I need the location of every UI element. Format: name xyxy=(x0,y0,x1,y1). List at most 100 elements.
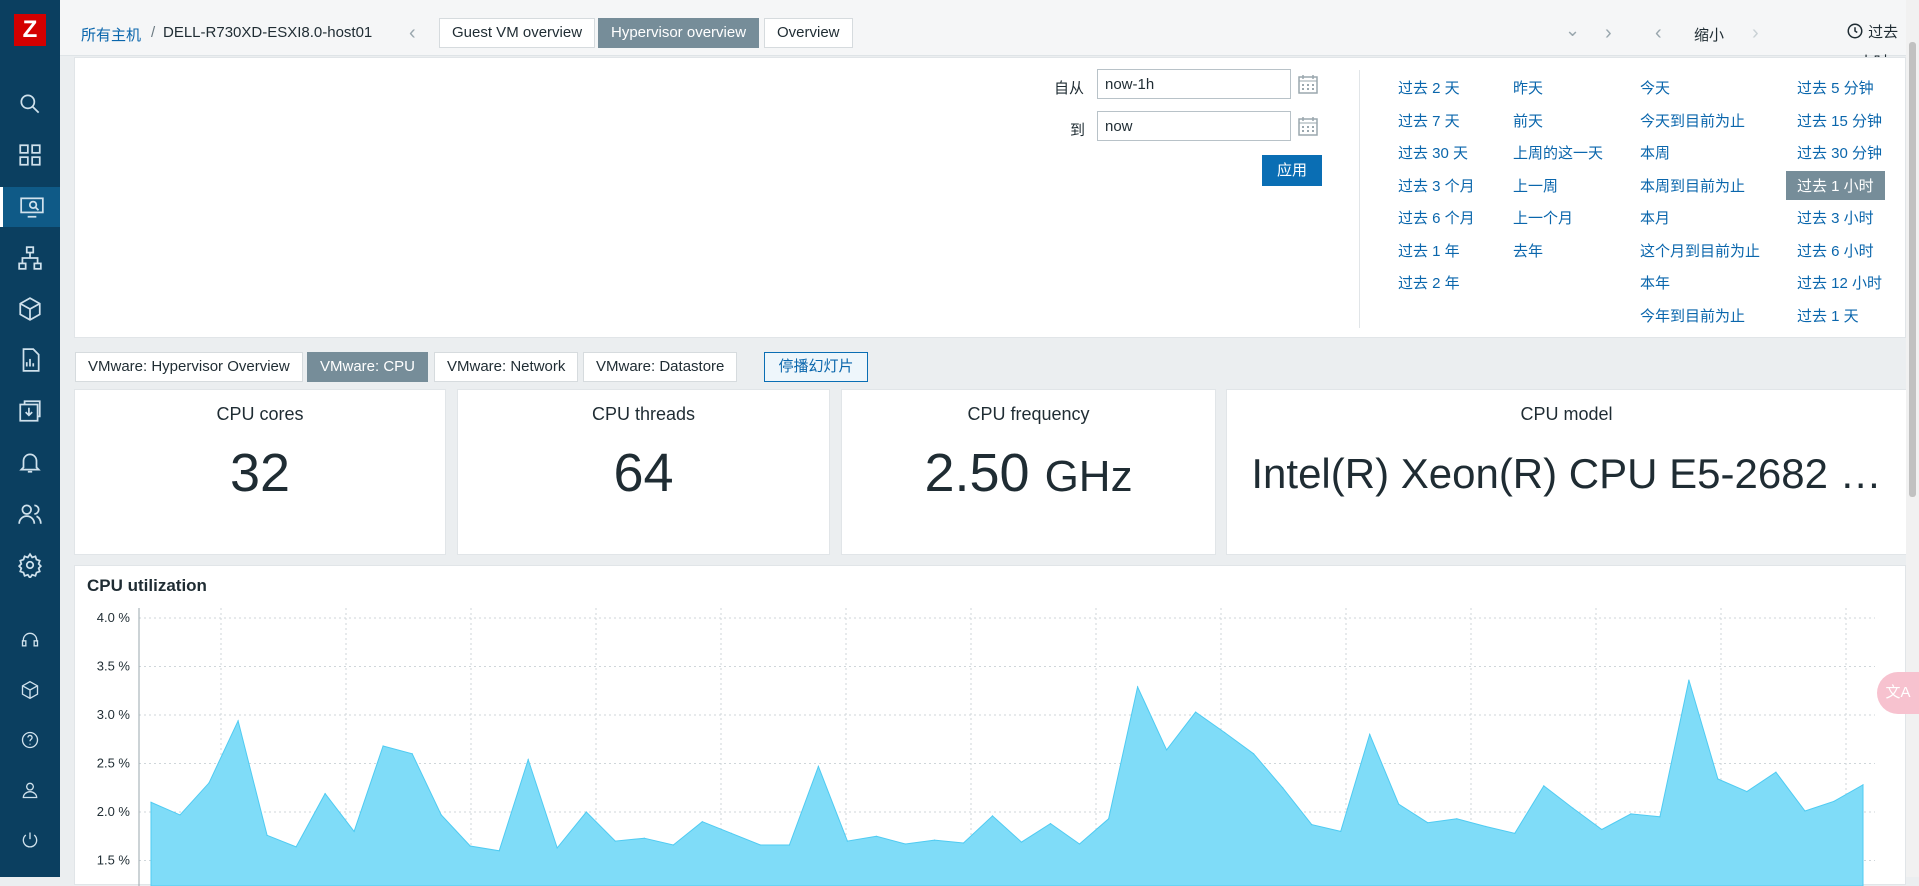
users-icon[interactable] xyxy=(0,494,60,534)
card-title: CPU cores xyxy=(216,404,304,424)
data-point xyxy=(614,840,616,842)
data-point xyxy=(1775,771,1777,773)
quick-range-2-3[interactable]: 本周到目前为止 xyxy=(1640,175,1745,196)
scrollbar-thumb[interactable] xyxy=(1909,42,1916,497)
data-point xyxy=(1137,686,1139,688)
data-point xyxy=(1630,813,1632,815)
data-point xyxy=(701,821,703,823)
data-point xyxy=(179,814,181,816)
cpu-utilization-area xyxy=(150,679,1864,886)
data-point xyxy=(643,837,645,839)
reports-icon[interactable] xyxy=(0,340,60,380)
dashboard-tab-cpu[interactable]: VMware: CPU xyxy=(307,352,429,382)
inventory-icon[interactable] xyxy=(0,289,60,329)
quick-range-2-7[interactable]: 今年到目前为止 xyxy=(1640,305,1745,326)
quick-range-1-4[interactable]: 上一个月 xyxy=(1513,207,1573,228)
time-prev-icon[interactable]: ‹ xyxy=(1655,22,1662,45)
quick-range-0-0[interactable]: 过去 2 天 xyxy=(1398,77,1460,98)
quick-range-3-3[interactable]: 过去 1 小时 xyxy=(1786,170,1885,200)
quick-range-0-5[interactable]: 过去 1 年 xyxy=(1398,240,1460,261)
support-icon[interactable] xyxy=(0,620,60,660)
top-bar: 所有主机 / DELL-R730XD-ESXI8.0-host01 ‹ Gues… xyxy=(60,0,1906,71)
quick-range-0-3[interactable]: 过去 3 个月 xyxy=(1398,175,1475,196)
cpu-cores-card: CPU cores 32 xyxy=(74,389,446,555)
quick-range-1-2[interactable]: 上周的这一天 xyxy=(1513,142,1603,163)
page-scrollbar[interactable] xyxy=(1906,0,1919,877)
quick-range-0-4[interactable]: 过去 6 个月 xyxy=(1398,207,1475,228)
from-input[interactable] xyxy=(1097,69,1291,99)
quick-range-1-1[interactable]: 前天 xyxy=(1513,110,1543,131)
tab-guest-vm-overview[interactable]: Guest VM overview xyxy=(439,18,596,48)
settings-icon[interactable] xyxy=(0,545,60,585)
network-icon[interactable] xyxy=(0,238,60,278)
search-icon[interactable] xyxy=(0,84,60,124)
data-collection-icon[interactable] xyxy=(0,391,60,431)
quick-range-0-1[interactable]: 过去 7 天 xyxy=(1398,110,1460,131)
help-icon[interactable] xyxy=(0,720,60,760)
quick-range-2-0[interactable]: 今天 xyxy=(1640,77,1670,98)
quick-range-2-6[interactable]: 本年 xyxy=(1640,272,1670,293)
data-point xyxy=(1688,679,1690,681)
card-title: CPU model xyxy=(1520,404,1613,424)
quick-range-3-5[interactable]: 过去 6 小时 xyxy=(1797,240,1874,261)
integrations-icon[interactable] xyxy=(0,670,60,710)
from-calendar-icon[interactable] xyxy=(1297,73,1319,95)
cpu-threads-card: CPU threads 64 xyxy=(457,389,830,555)
quick-range-3-0[interactable]: 过去 5 分钟 xyxy=(1797,77,1874,98)
cpu-utilization-panel: 4.0 % 3.5 % 3.0 % 2.5 % 2.0 % 1.5 % CPU utili… xyxy=(74,565,1906,886)
quick-range-2-4[interactable]: 本月 xyxy=(1640,207,1670,228)
data-point xyxy=(295,846,297,848)
dashboard-tab-network[interactable]: VMware: Network xyxy=(434,352,579,382)
stop-slideshow-button[interactable]: 停播幻灯片 xyxy=(764,352,868,382)
data-point xyxy=(1862,784,1864,786)
quick-range-0-6[interactable]: 过去 2 年 xyxy=(1398,272,1460,293)
tab-overview[interactable]: Overview xyxy=(764,18,853,48)
breadcrumb-all-hosts[interactable]: 所有主机 xyxy=(81,24,141,45)
data-point xyxy=(237,720,239,722)
quick-range-3-1[interactable]: 过去 15 分钟 xyxy=(1797,110,1882,131)
to-input[interactable] xyxy=(1097,111,1291,141)
tabs-prev-icon[interactable]: ‹ xyxy=(409,22,416,45)
quick-range-0-2[interactable]: 过去 30 天 xyxy=(1398,142,1468,163)
time-range-toggle[interactable]: 过去 1 小时 xyxy=(1846,18,1906,71)
quick-range-3-4[interactable]: 过去 3 小时 xyxy=(1797,207,1874,228)
translate-icon[interactable]: 文A xyxy=(1877,672,1919,714)
data-point xyxy=(556,847,558,849)
dashboard-icon[interactable] xyxy=(0,135,60,175)
alerts-icon[interactable] xyxy=(0,442,60,482)
data-point xyxy=(1369,733,1371,735)
quick-range-1-5[interactable]: 去年 xyxy=(1513,240,1543,261)
quick-range-2-1[interactable]: 今天到目前为止 xyxy=(1640,110,1745,131)
time-next-icon[interactable]: › xyxy=(1752,22,1759,45)
tab-hypervisor-overview[interactable]: Hypervisor overview xyxy=(598,18,760,48)
quick-range-2-2[interactable]: 本周 xyxy=(1640,142,1670,163)
y-tick-label: 3.0 % xyxy=(97,707,131,722)
data-point xyxy=(846,840,849,842)
zabbix-logo[interactable]: Z xyxy=(14,14,46,46)
apply-button[interactable]: 应用 xyxy=(1262,155,1322,186)
tabs-dropdown-icon[interactable]: ⌄ xyxy=(1565,20,1580,41)
to-calendar-icon[interactable] xyxy=(1297,115,1319,137)
zoom-out-button[interactable]: 缩小 xyxy=(1694,24,1724,45)
quick-range-3-6[interactable]: 过去 12 小时 xyxy=(1797,272,1882,293)
data-point xyxy=(1108,818,1110,820)
tabs-next-icon[interactable]: › xyxy=(1605,22,1612,45)
quick-range-1-3[interactable]: 上一周 xyxy=(1513,175,1558,196)
data-point xyxy=(1166,749,1168,751)
card-value-wrap: 2.50 GHz xyxy=(842,442,1215,504)
data-point xyxy=(672,844,674,846)
data-point xyxy=(150,801,152,803)
monitoring-icon[interactable] xyxy=(0,187,60,227)
quick-range-2-5[interactable]: 这个月到目前为止 xyxy=(1640,240,1760,261)
dashboard-tab-hypervisor-overview[interactable]: VMware: Hypervisor Overview xyxy=(75,352,303,382)
data-point xyxy=(585,811,587,813)
sign-out-icon[interactable] xyxy=(0,820,60,860)
data-point xyxy=(1340,830,1342,832)
user-profile-icon[interactable] xyxy=(0,770,60,810)
dashboard-tab-datastore[interactable]: VMware: Datastore xyxy=(583,352,738,382)
data-point xyxy=(788,844,791,846)
quick-range-3-2[interactable]: 过去 30 分钟 xyxy=(1797,142,1882,163)
quick-range-1-0[interactable]: 昨天 xyxy=(1513,77,1543,98)
quick-range-3-7[interactable]: 过去 1 天 xyxy=(1797,305,1859,326)
data-point xyxy=(1514,832,1516,834)
